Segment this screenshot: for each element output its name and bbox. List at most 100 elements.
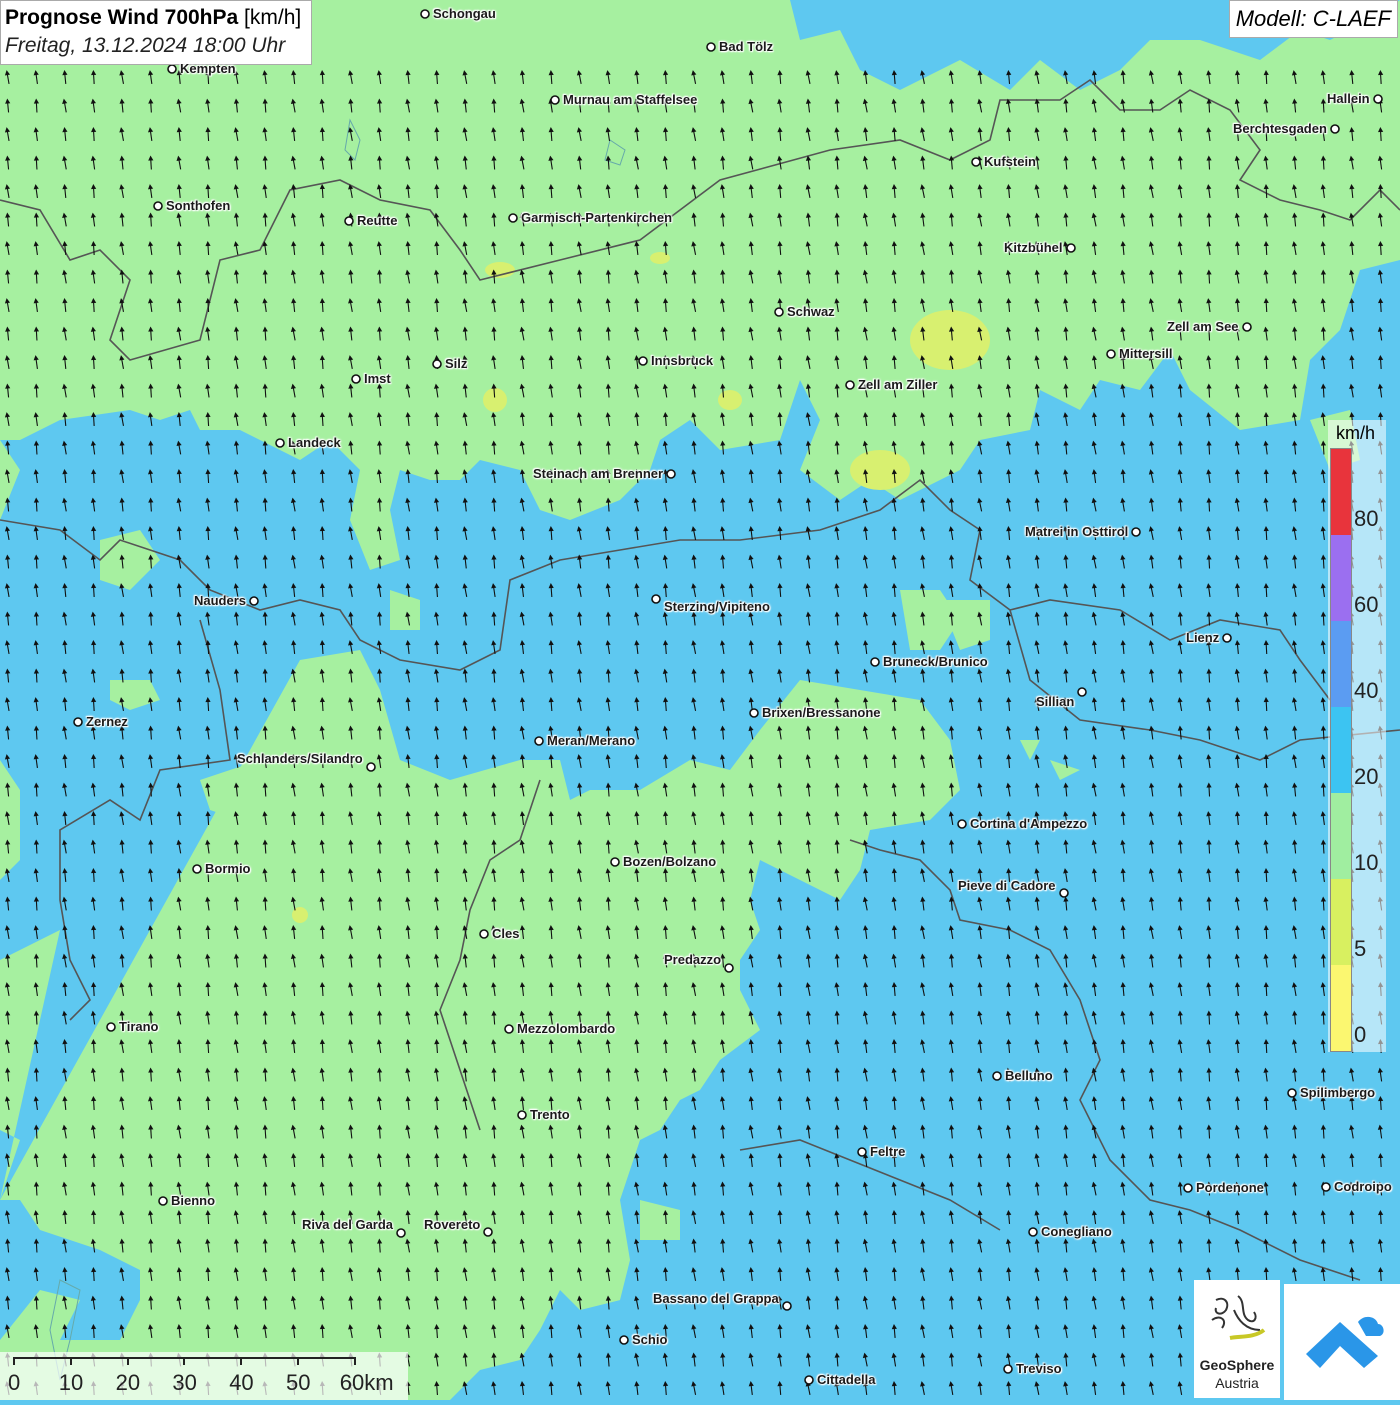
city-marker [249, 596, 259, 606]
legend-swatch [1331, 449, 1351, 535]
city-marker [351, 374, 361, 384]
city-marker [1131, 527, 1141, 537]
city-marker [517, 1110, 527, 1120]
city-label: Sillian [1036, 694, 1075, 709]
map-title: Prognose Wind 700hPa [km/h] [5, 4, 301, 32]
city-label: Zell am See [1167, 319, 1239, 334]
legend-swatch [1331, 621, 1351, 707]
app-logo[interactable] [1284, 1284, 1400, 1400]
city-label: Murnau am Staffelsee [563, 92, 698, 107]
city-marker [1059, 888, 1069, 898]
city-marker [534, 736, 544, 746]
city-marker [1373, 94, 1383, 104]
city-label: Garmisch-Partenkirchen [521, 210, 673, 225]
city-label: Codroipo [1334, 1179, 1392, 1194]
city-label: Steinach am Brenner [533, 466, 664, 481]
city-label: Kufstein [984, 154, 1036, 169]
city-marker [957, 819, 967, 829]
legend: km/h 80 60 40 20 10 5 0 [1328, 420, 1386, 1052]
city-label: Cortina d'Ampezzo [970, 816, 1088, 831]
city-label: Reutte [357, 213, 398, 228]
legend-unit: km/h [1336, 423, 1376, 443]
geosphere-logo-icon [1211, 1295, 1266, 1340]
city-label: Zell am Ziller [858, 377, 938, 392]
city-marker [651, 594, 661, 604]
model-label: Modell: C-LAEF [1228, 0, 1398, 38]
city-label: Cittadella [817, 1372, 876, 1387]
city-marker [619, 1335, 629, 1345]
city-marker [749, 708, 759, 718]
city-label: Trento [530, 1107, 570, 1122]
city-label: Bienno [171, 1193, 216, 1208]
geosphere-logo-line2: Austria [1215, 1375, 1259, 1391]
city-label: Zernez [86, 714, 128, 729]
city-marker [1066, 243, 1076, 253]
city-marker [1330, 124, 1340, 134]
city-label: Bormio [205, 861, 251, 876]
city-marker [158, 1196, 168, 1206]
legend-colorbar [1330, 448, 1352, 1052]
city-label: Mittersill [1119, 346, 1173, 361]
city-marker [153, 201, 163, 211]
city-marker [1106, 349, 1116, 359]
city-marker [344, 216, 354, 226]
city-label: Schwaz [787, 304, 835, 319]
map-title-unit: [km/h] [244, 6, 302, 29]
city-label: Innsbruck [651, 353, 714, 368]
city-label: Sterzing/Vipiteno [664, 599, 770, 614]
city-label: Sonthofen [166, 198, 231, 213]
city-label: Schlanders/Silandro [237, 751, 363, 766]
city-marker [774, 307, 784, 317]
city-marker [483, 1227, 493, 1237]
city-label: Spilimbergo [1300, 1085, 1376, 1100]
city-label: Predazzo [664, 952, 722, 967]
city-label: Riva del Garda [302, 1217, 394, 1232]
legend-tick-label: 0 [1354, 1022, 1367, 1047]
city-marker [1287, 1088, 1297, 1098]
city-label: Belluno [1005, 1068, 1053, 1083]
legend-tick-label: 80 [1354, 506, 1379, 531]
city-marker [275, 438, 285, 448]
city-marker [845, 380, 855, 390]
city-marker [1222, 633, 1232, 643]
scale-bar-tick [240, 1357, 243, 1365]
scale-bar-tick [69, 1357, 72, 1365]
city-marker [550, 95, 560, 105]
legend-swatch [1331, 965, 1351, 1051]
city-label: Hallein [1327, 91, 1370, 106]
city-marker [167, 64, 177, 74]
city-marker [638, 356, 648, 366]
city-label: Brixen/Bressanone [762, 705, 881, 720]
city-label: Pieve di Cadore [958, 878, 1056, 893]
city-label: Bruneck/Brunico [883, 654, 988, 669]
city-marker [366, 762, 376, 772]
city-marker [504, 1024, 514, 1034]
city-label: Feltre [870, 1144, 906, 1159]
geosphere-logo-line1: GeoSphere [1199, 1357, 1275, 1373]
city-marker [857, 1147, 867, 1157]
city-label: Treviso [1016, 1361, 1062, 1376]
legend-tick-label: 60 [1354, 592, 1379, 617]
city-label: Nauders [194, 593, 247, 608]
city-marker [724, 963, 734, 973]
city-marker [1077, 687, 1087, 697]
city-marker [508, 213, 518, 223]
legend-tick-label: 10 [1354, 850, 1379, 875]
legend-swatch [1331, 535, 1351, 621]
city-marker [396, 1228, 406, 1238]
city-marker [992, 1071, 1002, 1081]
legend-tick-label: 5 [1354, 936, 1367, 961]
city-label: Imst [364, 371, 391, 386]
scale-bar-label: 50 [286, 1370, 311, 1395]
city-label: Meran/Merano [547, 733, 636, 748]
mountain-logo-icon [1306, 1316, 1384, 1368]
title-box: Prognose Wind 700hPa [km/h] Freitag, 13.… [0, 0, 313, 65]
legend-swatch [1331, 707, 1351, 793]
city-marker [870, 657, 880, 667]
city-marker [479, 929, 489, 939]
scale-bar-label: 30 [172, 1370, 197, 1395]
scale-bar-label: 10 [58, 1370, 84, 1395]
city-label: Lienz [1186, 630, 1220, 645]
geosphere-logo[interactable]: GeoSphere Austria [1194, 1280, 1280, 1398]
scale-bar-tick [183, 1357, 186, 1365]
